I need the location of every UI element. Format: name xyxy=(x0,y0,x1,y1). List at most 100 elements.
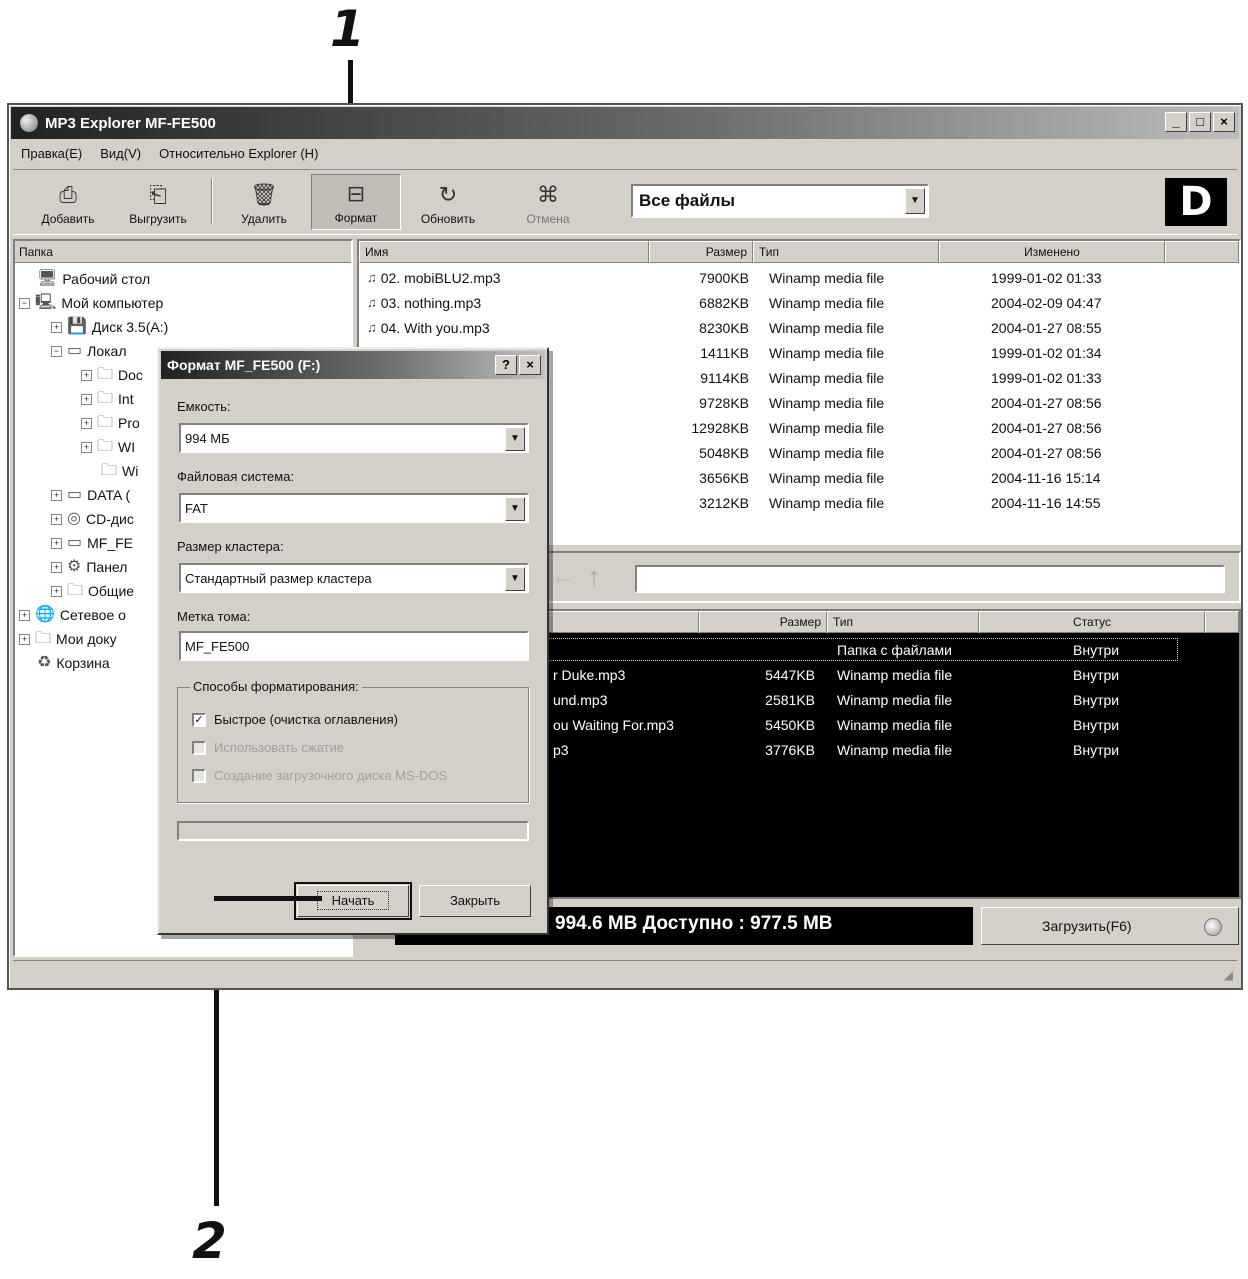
expand-icon[interactable]: + xyxy=(19,633,30,645)
expand-icon[interactable]: + xyxy=(81,441,92,453)
tree-item-windows[interactable]: + 🗀 WI xyxy=(81,435,135,459)
device-column-status[interactable]: Статус xyxy=(979,611,1205,633)
start-button[interactable]: Начать xyxy=(294,882,412,920)
expand-icon[interactable]: + xyxy=(51,489,62,501)
delete-button[interactable]: 🗑 Удалить xyxy=(219,174,309,230)
compression-checkbox[interactable]: Использовать сжатие xyxy=(192,740,344,755)
column-size[interactable]: Размер xyxy=(649,241,753,263)
tree-item-desktop[interactable]: 🖥 Рабочий стол xyxy=(37,267,150,291)
maximize-button[interactable]: □ xyxy=(1189,112,1211,132)
refresh-button[interactable]: ↻ Обновить xyxy=(403,174,493,230)
menu-about[interactable]: Относительно Explorer (H) xyxy=(159,146,318,161)
expand-icon[interactable]: + xyxy=(81,369,92,381)
callout-2-line-horizontal xyxy=(214,896,322,901)
quick-format-label: Быстрое (очистка оглавления) xyxy=(214,712,398,727)
tree-item-my-computer[interactable]: − 🖳 Мой компьютер xyxy=(19,291,163,315)
tree-item-data[interactable]: + ▭ DATA ( xyxy=(51,483,130,507)
collapse-icon[interactable]: − xyxy=(51,345,62,357)
expand-icon[interactable]: + xyxy=(51,561,62,573)
tree-item-label: Мой компьютер xyxy=(61,295,164,311)
capacity-select[interactable]: 994 МБ ▼ xyxy=(179,423,529,453)
tree-item-my-documents[interactable]: + 🗀 Мои доку xyxy=(19,627,117,651)
tree-item-floppy[interactable]: + 💾 Диск 3.5(A:) xyxy=(51,315,168,339)
expand-icon[interactable]: + xyxy=(81,393,92,405)
add-button[interactable]: ⎙ Добавить xyxy=(23,174,113,230)
tree-item-local-disk[interactable]: − ▭ Локал xyxy=(51,339,127,363)
format-button-label: Формат xyxy=(334,211,378,225)
compression-label: Использовать сжатие xyxy=(214,740,345,755)
tree-item-documents[interactable]: + 🗀 Doc xyxy=(81,363,143,387)
file-type: Winamp media file xyxy=(769,269,885,286)
device-column-type[interactable]: Тип xyxy=(827,611,979,633)
tree-item-label: WI xyxy=(118,439,136,455)
back-arrow-icon[interactable]: ← xyxy=(551,563,575,591)
window-controls: _ □ × xyxy=(1165,112,1235,132)
cancel-button[interactable]: ⌘ Отмена xyxy=(503,174,593,230)
device-column-size[interactable]: Размер xyxy=(699,611,827,633)
cluster-size-select[interactable]: Стандартный размер кластера ▼ xyxy=(179,563,529,593)
format-button[interactable]: ⊟ Формат xyxy=(311,174,401,230)
device-file-status: Внутри xyxy=(1073,666,1120,683)
delete-button-label: Удалить xyxy=(241,212,287,226)
resize-grip-icon[interactable]: ◢ xyxy=(1224,968,1233,982)
cluster-size-label: Размер кластера: xyxy=(177,539,284,554)
menu-edit[interactable]: Правка(E) xyxy=(21,146,82,161)
minimize-button[interactable]: _ xyxy=(1165,112,1187,132)
column-modified[interactable]: Изменено xyxy=(939,241,1165,263)
tree-item-recycle-bin[interactable]: ♻ Корзина xyxy=(37,651,110,675)
tree-item-label: Pro xyxy=(118,415,140,431)
tree-item-shared[interactable]: + 🗀 Общие xyxy=(51,579,134,603)
export-button-label: Выгрузить xyxy=(129,212,187,226)
volume-label-input[interactable]: MF_FE500 xyxy=(179,631,529,661)
close-dialog-button[interactable]: Закрыть xyxy=(419,885,531,917)
tree-item-cd-drive[interactable]: + ◎ CD-дис xyxy=(51,507,134,531)
file-row[interactable]: ♫ 03. nothing.mp3 6882KB Winamp media file 2… xyxy=(359,290,1183,315)
menu-view[interactable]: Вид(V) xyxy=(100,146,141,161)
close-button[interactable]: × xyxy=(1213,112,1235,132)
file-filter-select[interactable]: Все файлы ▼ xyxy=(631,184,929,218)
file-date: 2004-11-16 14:55 xyxy=(991,494,1101,511)
collapse-icon[interactable]: − xyxy=(19,297,30,309)
format-dialog-titlebar[interactable]: Формат MF_FE500 (F:) ? × xyxy=(161,351,545,379)
filesystem-select[interactable]: FAT ▼ xyxy=(179,493,529,523)
chevron-down-icon[interactable]: ▼ xyxy=(505,427,525,451)
expand-icon[interactable]: + xyxy=(81,417,92,429)
file-row[interactable]: ♫ 02. mobiBLU2.mp3 7900KB Winamp media file… xyxy=(359,265,1183,290)
expand-icon[interactable]: + xyxy=(51,321,62,333)
tree-item-control-panel[interactable]: + ⚙ Панел xyxy=(51,555,127,579)
expand-icon[interactable]: + xyxy=(51,513,62,525)
audio-file-icon: ♫ xyxy=(367,320,377,335)
column-type[interactable]: Тип xyxy=(753,241,939,263)
msdos-boot-checkbox[interactable]: Создание загрузочного диска MS-DOS xyxy=(192,768,447,783)
window-titlebar[interactable]: MP3 Explorer MF-FE500 _ □ × xyxy=(11,107,1239,139)
add-file-icon: ⎙ xyxy=(59,182,77,207)
dialog-close-button[interactable]: × xyxy=(519,355,541,375)
tree-item-network[interactable]: + 🌐 Сетевое о xyxy=(19,603,126,627)
upload-button[interactable]: Загрузить(F6) xyxy=(981,907,1239,945)
tree-item-program-files[interactable]: + 🗀 Pro xyxy=(81,411,140,435)
device-file-size: 5450KB xyxy=(765,716,815,733)
column-name[interactable]: Имя xyxy=(359,241,649,263)
tree-item-winamp[interactable]: 🗀 Wi xyxy=(101,459,138,483)
chevron-down-icon[interactable]: ▼ xyxy=(505,567,525,591)
file-date: 2004-01-27 08:55 xyxy=(991,319,1102,336)
quick-format-checkbox[interactable]: ✓ Быстрое (очистка оглавления) xyxy=(192,712,398,727)
tree-item-inetpub[interactable]: + 🗀 Int xyxy=(81,387,134,411)
help-button[interactable]: ? xyxy=(495,355,517,375)
format-dialog: Формат MF_FE500 (F:) ? × Емкость: 994 МБ… xyxy=(157,347,549,935)
network-icon: 🌐 xyxy=(35,606,55,623)
expand-icon[interactable]: + xyxy=(19,609,30,621)
file-row[interactable]: ♫ 04. With you.mp3 8230KB Winamp media file… xyxy=(359,315,1183,340)
checkmark-icon: ✓ xyxy=(192,712,206,727)
tree-item-mf-fe500[interactable]: + ▭ MF_FE xyxy=(51,531,133,555)
tree-item-label: Сетевое о xyxy=(59,607,126,623)
export-button[interactable]: ⎗ Выгрузить xyxy=(113,174,203,230)
expand-icon[interactable]: + xyxy=(51,585,62,597)
up-arrow-icon[interactable]: ↑ xyxy=(587,561,601,593)
chevron-down-icon[interactable]: ▼ xyxy=(905,188,925,214)
chevron-down-icon[interactable]: ▼ xyxy=(505,497,525,521)
expand-icon[interactable]: + xyxy=(51,537,62,549)
file-size: 6882KB xyxy=(699,294,749,311)
status-led-icon xyxy=(1204,918,1222,936)
device-path-field[interactable] xyxy=(635,565,1225,593)
